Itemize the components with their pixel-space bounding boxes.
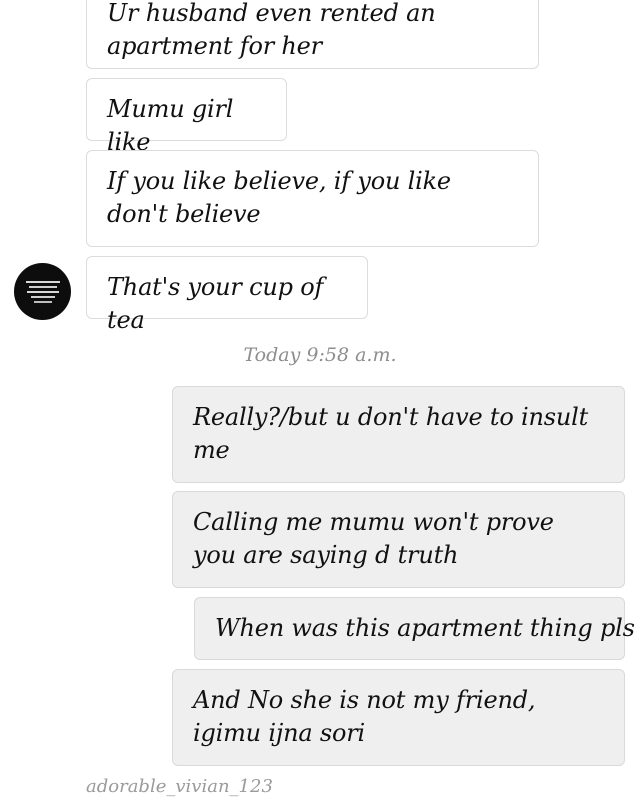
sent-message[interactable]: And No she is not my friend, igimu ijna … — [172, 669, 625, 766]
message-text: When was this apartment thing pls — [215, 614, 635, 642]
sent-message[interactable]: Calling me mumu won't prove you are sayi… — [172, 491, 625, 588]
message-text: If you like believe, if you like don't b… — [107, 167, 451, 228]
message-text: Ur husband even rented an apartment for … — [107, 0, 436, 60]
sent-message[interactable]: Really?/but u don't have to insult me — [172, 386, 625, 483]
message-text: Really?/but u don't have to insult me — [193, 403, 589, 464]
watermark: adorable_vivian_123 — [86, 776, 273, 797]
message-text: Calling me mumu won't prove you are sayi… — [193, 508, 554, 569]
received-message[interactable]: That's your cup of tea — [86, 256, 368, 334]
received-message[interactable]: Mumu girl like — [86, 78, 287, 156]
received-message[interactable]: Ur husband even rented an apartment for … — [86, 0, 539, 69]
received-message[interactable]: If you like believe, if you like don't b… — [86, 150, 539, 247]
profile-avatar-icon[interactable] — [14, 263, 71, 320]
sent-message[interactable]: When was this apartment thing pls — [194, 597, 635, 660]
avatar-image — [25, 280, 60, 303]
message-text: And No she is not my friend, igimu ijna … — [193, 686, 536, 747]
message-text: Mumu girl like — [107, 95, 234, 156]
message-text: That's your cup of tea — [107, 273, 324, 334]
timestamp: Today 9:58 a.m. — [243, 344, 397, 366]
